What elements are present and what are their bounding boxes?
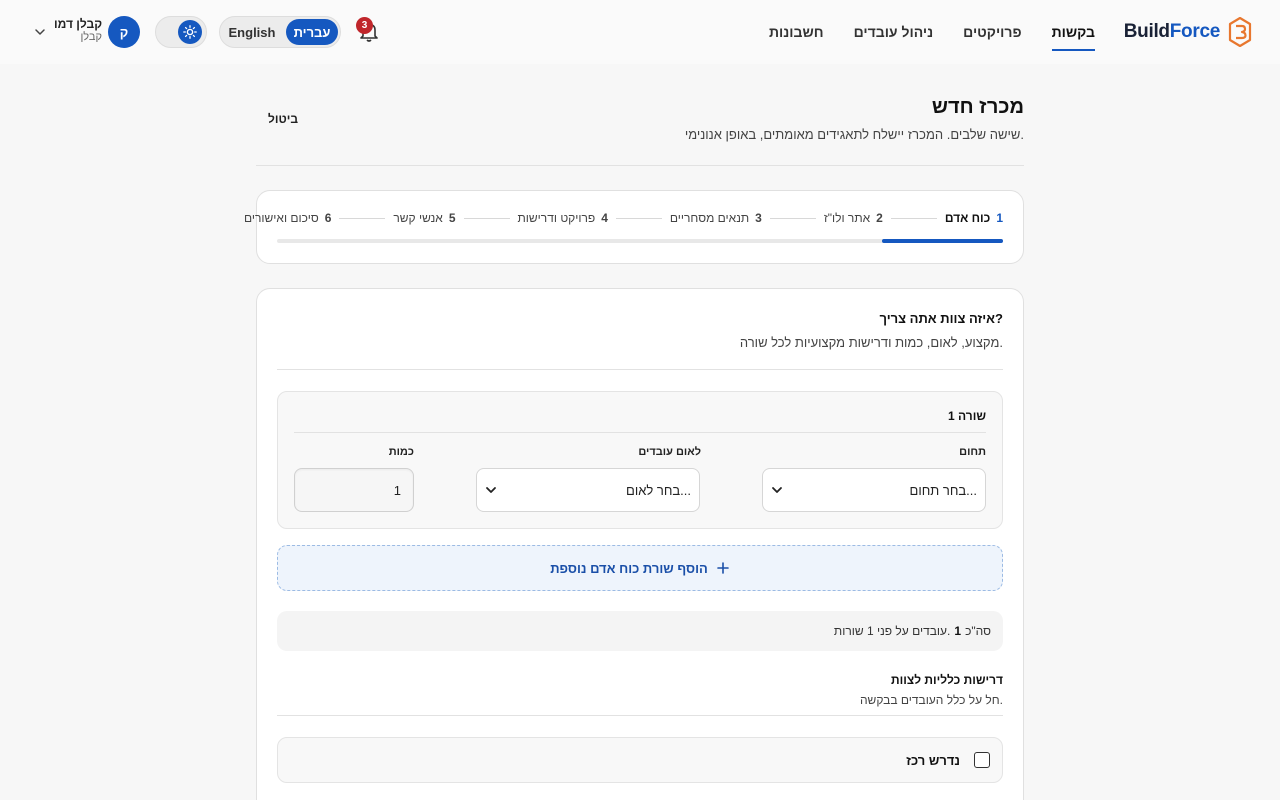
user-role: קבלן xyxy=(80,31,102,43)
quantity-input[interactable]: 1 xyxy=(294,468,414,512)
step-connector xyxy=(769,217,816,219)
brand-name: BuildForce xyxy=(1123,21,1221,43)
foreman-required-label: נדרש רכז xyxy=(906,753,960,768)
step-label: סיכום ואישורים xyxy=(243,211,319,225)
divider xyxy=(294,432,986,433)
chevron-down-icon[interactable] xyxy=(34,26,46,38)
plus-icon xyxy=(717,562,729,574)
step-number: 2 xyxy=(876,211,883,225)
section-title: איזה צוות אתה צריך? xyxy=(879,311,1004,326)
manpower-row: שורה 1 תחום בחר תחום... לאום עובדים בחר … xyxy=(277,391,1003,529)
divider xyxy=(277,369,1003,370)
section-subtitle: מקצוע, לאום, כמות ודרישות מקצועיות לכל ש… xyxy=(739,335,1003,350)
top-bar: BuildForce בקשות פרויקטים ניהול עובדים ח… xyxy=(0,0,1280,64)
manpower-card: איזה צוות אתה צריך? מקצוע, לאום, כמות וד… xyxy=(256,288,1024,800)
summary-suffix: עובדים על פני 1 שורות. xyxy=(833,624,951,638)
brand-name-part1: Build xyxy=(1123,21,1170,42)
nationality-select[interactable]: בחר לאום... xyxy=(476,468,700,512)
nationality-label: לאום עובדים xyxy=(638,446,701,458)
foreman-required-checkbox[interactable] xyxy=(974,752,990,768)
workers-summary: סה"כ 1 עובדים על פני 1 שורות. xyxy=(277,611,1003,651)
step-number: 6 xyxy=(324,211,332,225)
theme-knob xyxy=(178,20,202,44)
brand[interactable]: BuildForce xyxy=(1124,16,1252,48)
page-subtitle: שישה שלבים. המכרז יישלח לתאגידים מאומתים… xyxy=(684,127,1024,142)
step-label: תנאים מסחריים xyxy=(669,211,750,225)
step-connector xyxy=(615,217,662,219)
foreman-required-row[interactable]: נדרש רכז xyxy=(277,737,1003,783)
language-english-option[interactable]: English xyxy=(222,19,282,45)
main-nav: בקשות פרויקטים ניהול עובדים חשבונות xyxy=(769,0,1096,64)
add-row-label: הוסף שורת כוח אדם נוספת xyxy=(550,560,708,576)
add-manpower-row-button[interactable]: הוסף שורת כוח אדם נוספת xyxy=(277,545,1003,591)
step-label: אתר ולו"ז xyxy=(823,211,871,225)
step-number: 5 xyxy=(448,211,456,225)
cancel-button[interactable]: ביטול xyxy=(268,112,298,126)
step-label: כוח אדם xyxy=(944,211,991,225)
step-number: 4 xyxy=(601,211,608,225)
summary-count: 1 xyxy=(954,624,962,638)
avatar[interactable]: ק xyxy=(108,16,140,48)
wizard-stepper: 1 כוח אדם 2 אתר ולו"ז 3 תנאים מסחריים 4 פרוי… xyxy=(244,190,1024,264)
chevron-down-icon xyxy=(486,487,496,493)
step-connector xyxy=(890,217,937,219)
step-commercial-terms[interactable]: 3 תנאים מסחריים xyxy=(670,211,762,225)
step-site-schedule[interactable]: 2 אתר ולו"ז xyxy=(824,211,883,225)
step-summary[interactable]: 6 סיכום ואישורים xyxy=(244,211,331,225)
brand-name-part2: Force xyxy=(1169,21,1221,42)
nationality-select-value: בחר לאום... xyxy=(626,482,691,498)
wizard-progress-bar xyxy=(277,239,1003,243)
page-header: מכרז חדש שישה שלבים. המכרז יישלח לתאגידי… xyxy=(256,90,1024,166)
step-manpower[interactable]: 1 כוח אדם xyxy=(945,211,1003,225)
wizard-progress-fill xyxy=(881,239,1003,243)
general-requirements-title: דרישות כלליות לצוות xyxy=(891,673,1003,687)
wizard-steps: 1 כוח אדם 2 אתר ולו"ז 3 תנאים מסחריים 4 פרוי… xyxy=(244,211,1003,225)
quantity-label: כמות xyxy=(388,446,414,458)
sun-icon xyxy=(183,25,197,39)
brand-logo-icon xyxy=(1228,17,1252,47)
step-label: אנשי קשר xyxy=(393,211,443,225)
summary-prefix: סה"כ xyxy=(965,624,991,638)
nav-item-accounts[interactable]: חשבונות xyxy=(769,0,824,64)
chevron-down-icon xyxy=(772,487,782,493)
step-connector xyxy=(463,217,510,219)
field-label: תחום xyxy=(959,446,986,458)
theme-toggle[interactable] xyxy=(155,16,207,48)
general-requirements-subtitle: חל על כלל העובדים בבקשה. xyxy=(859,693,1003,707)
step-number: 3 xyxy=(755,211,762,225)
nav-item-requests[interactable]: בקשות xyxy=(1051,0,1096,64)
divider xyxy=(277,715,1003,716)
step-number: 1 xyxy=(996,211,1003,225)
field-select-value: בחר תחום... xyxy=(909,482,977,498)
field-select[interactable]: בחר תחום... xyxy=(762,468,986,512)
language-switch: English עברית xyxy=(219,16,341,48)
step-label: פרויקט ודרישות xyxy=(517,211,596,225)
step-contacts[interactable]: 5 אנשי קשר xyxy=(393,211,455,225)
notification-count-badge: 3 xyxy=(356,17,373,34)
user-info[interactable]: קבלן דמו קבלן xyxy=(54,17,102,43)
nav-item-workers[interactable]: ניהול עובדים xyxy=(854,0,934,64)
step-connector xyxy=(339,217,386,219)
page-title: מכרז חדש xyxy=(931,96,1024,118)
nav-item-projects[interactable]: פרויקטים xyxy=(963,0,1021,64)
row-label: שורה 1 xyxy=(948,409,986,423)
step-project-requirements[interactable]: 4 פרויקט ודרישות xyxy=(518,211,608,225)
user-name: קבלן דמו xyxy=(54,17,103,31)
language-hebrew-option[interactable]: עברית xyxy=(286,19,338,45)
